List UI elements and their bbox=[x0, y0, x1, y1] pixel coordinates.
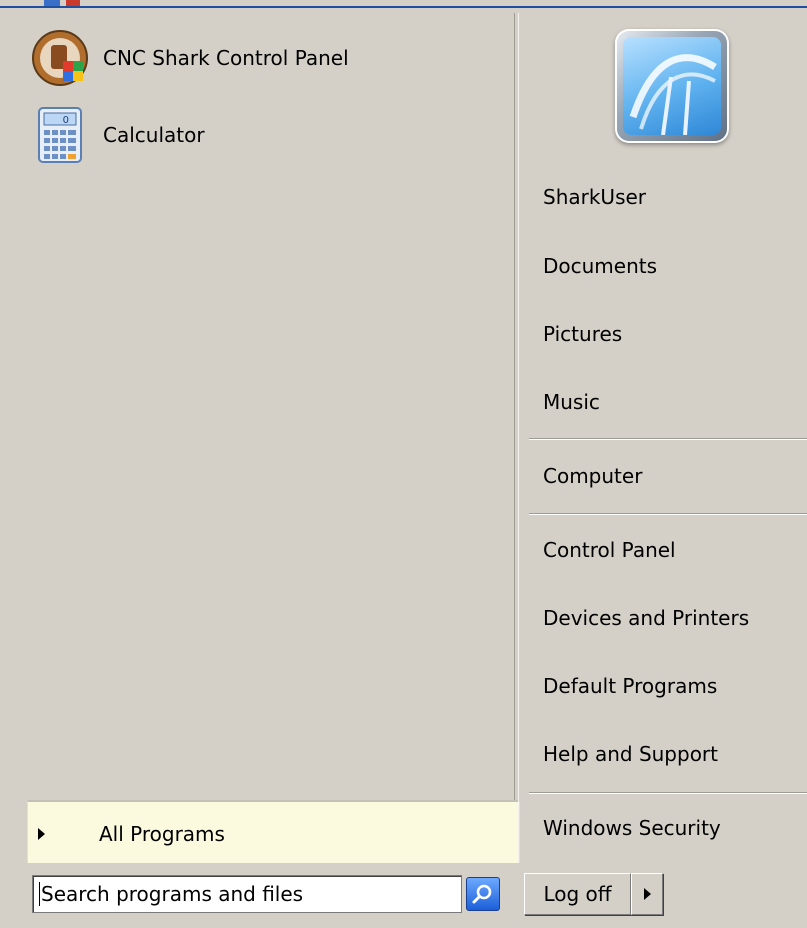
place-default-programs[interactable]: Default Programs bbox=[543, 674, 717, 698]
place-sharkuser[interactable]: SharkUser bbox=[543, 185, 646, 209]
program-item-calculator[interactable]: 0 Calculator bbox=[17, 99, 514, 171]
taskbar-icon bbox=[44, 0, 60, 6]
log-off-button[interactable]: Log off bbox=[524, 873, 631, 915]
divider bbox=[529, 438, 807, 440]
svg-text:0: 0 bbox=[63, 115, 69, 126]
all-programs-button[interactable]: All Programs bbox=[27, 800, 520, 866]
place-pictures[interactable]: Pictures bbox=[543, 322, 622, 346]
pinned-programs-pane: CNC Shark Control Panel 0 Calculator All… bbox=[17, 13, 520, 866]
divider bbox=[529, 792, 807, 794]
log-off-label: Log off bbox=[543, 882, 612, 906]
taskbar-strip bbox=[0, 0, 807, 8]
place-music[interactable]: Music bbox=[543, 390, 600, 414]
place-computer[interactable]: Computer bbox=[543, 464, 642, 488]
taskbar-icon bbox=[66, 0, 80, 6]
all-programs-label: All Programs bbox=[99, 821, 225, 846]
search-box[interactable] bbox=[32, 875, 462, 913]
shutdown-options-button[interactable] bbox=[631, 873, 663, 915]
play-arrow-icon bbox=[38, 827, 45, 840]
search-button[interactable] bbox=[466, 877, 500, 911]
avatar-image bbox=[623, 37, 721, 136]
program-item-cnc-shark[interactable]: CNC Shark Control Panel bbox=[17, 22, 514, 94]
search-input[interactable] bbox=[41, 882, 441, 906]
place-control-panel[interactable]: Control Panel bbox=[543, 538, 676, 562]
search-icon bbox=[472, 884, 492, 904]
calculator-icon: 0 bbox=[31, 106, 89, 164]
place-devices-and-printers[interactable]: Devices and Printers bbox=[543, 606, 749, 630]
program-label: CNC Shark Control Panel bbox=[103, 46, 349, 70]
bottom-bar: Log off bbox=[0, 863, 807, 928]
program-label: Calculator bbox=[103, 123, 205, 147]
place-documents[interactable]: Documents bbox=[543, 254, 657, 278]
user-avatar[interactable] bbox=[615, 29, 729, 143]
chevron-right-icon bbox=[643, 888, 651, 900]
cnc-shark-icon bbox=[31, 29, 89, 87]
start-menu: CNC Shark Control Panel 0 Calculator All… bbox=[0, 0, 807, 928]
place-help-and-support[interactable]: Help and Support bbox=[543, 742, 718, 766]
place-windows-security[interactable]: Windows Security bbox=[543, 816, 721, 840]
text-caret bbox=[39, 882, 40, 906]
places-pane: SharkUser Documents Pictures Music Compu… bbox=[518, 13, 807, 863]
divider bbox=[529, 513, 807, 515]
